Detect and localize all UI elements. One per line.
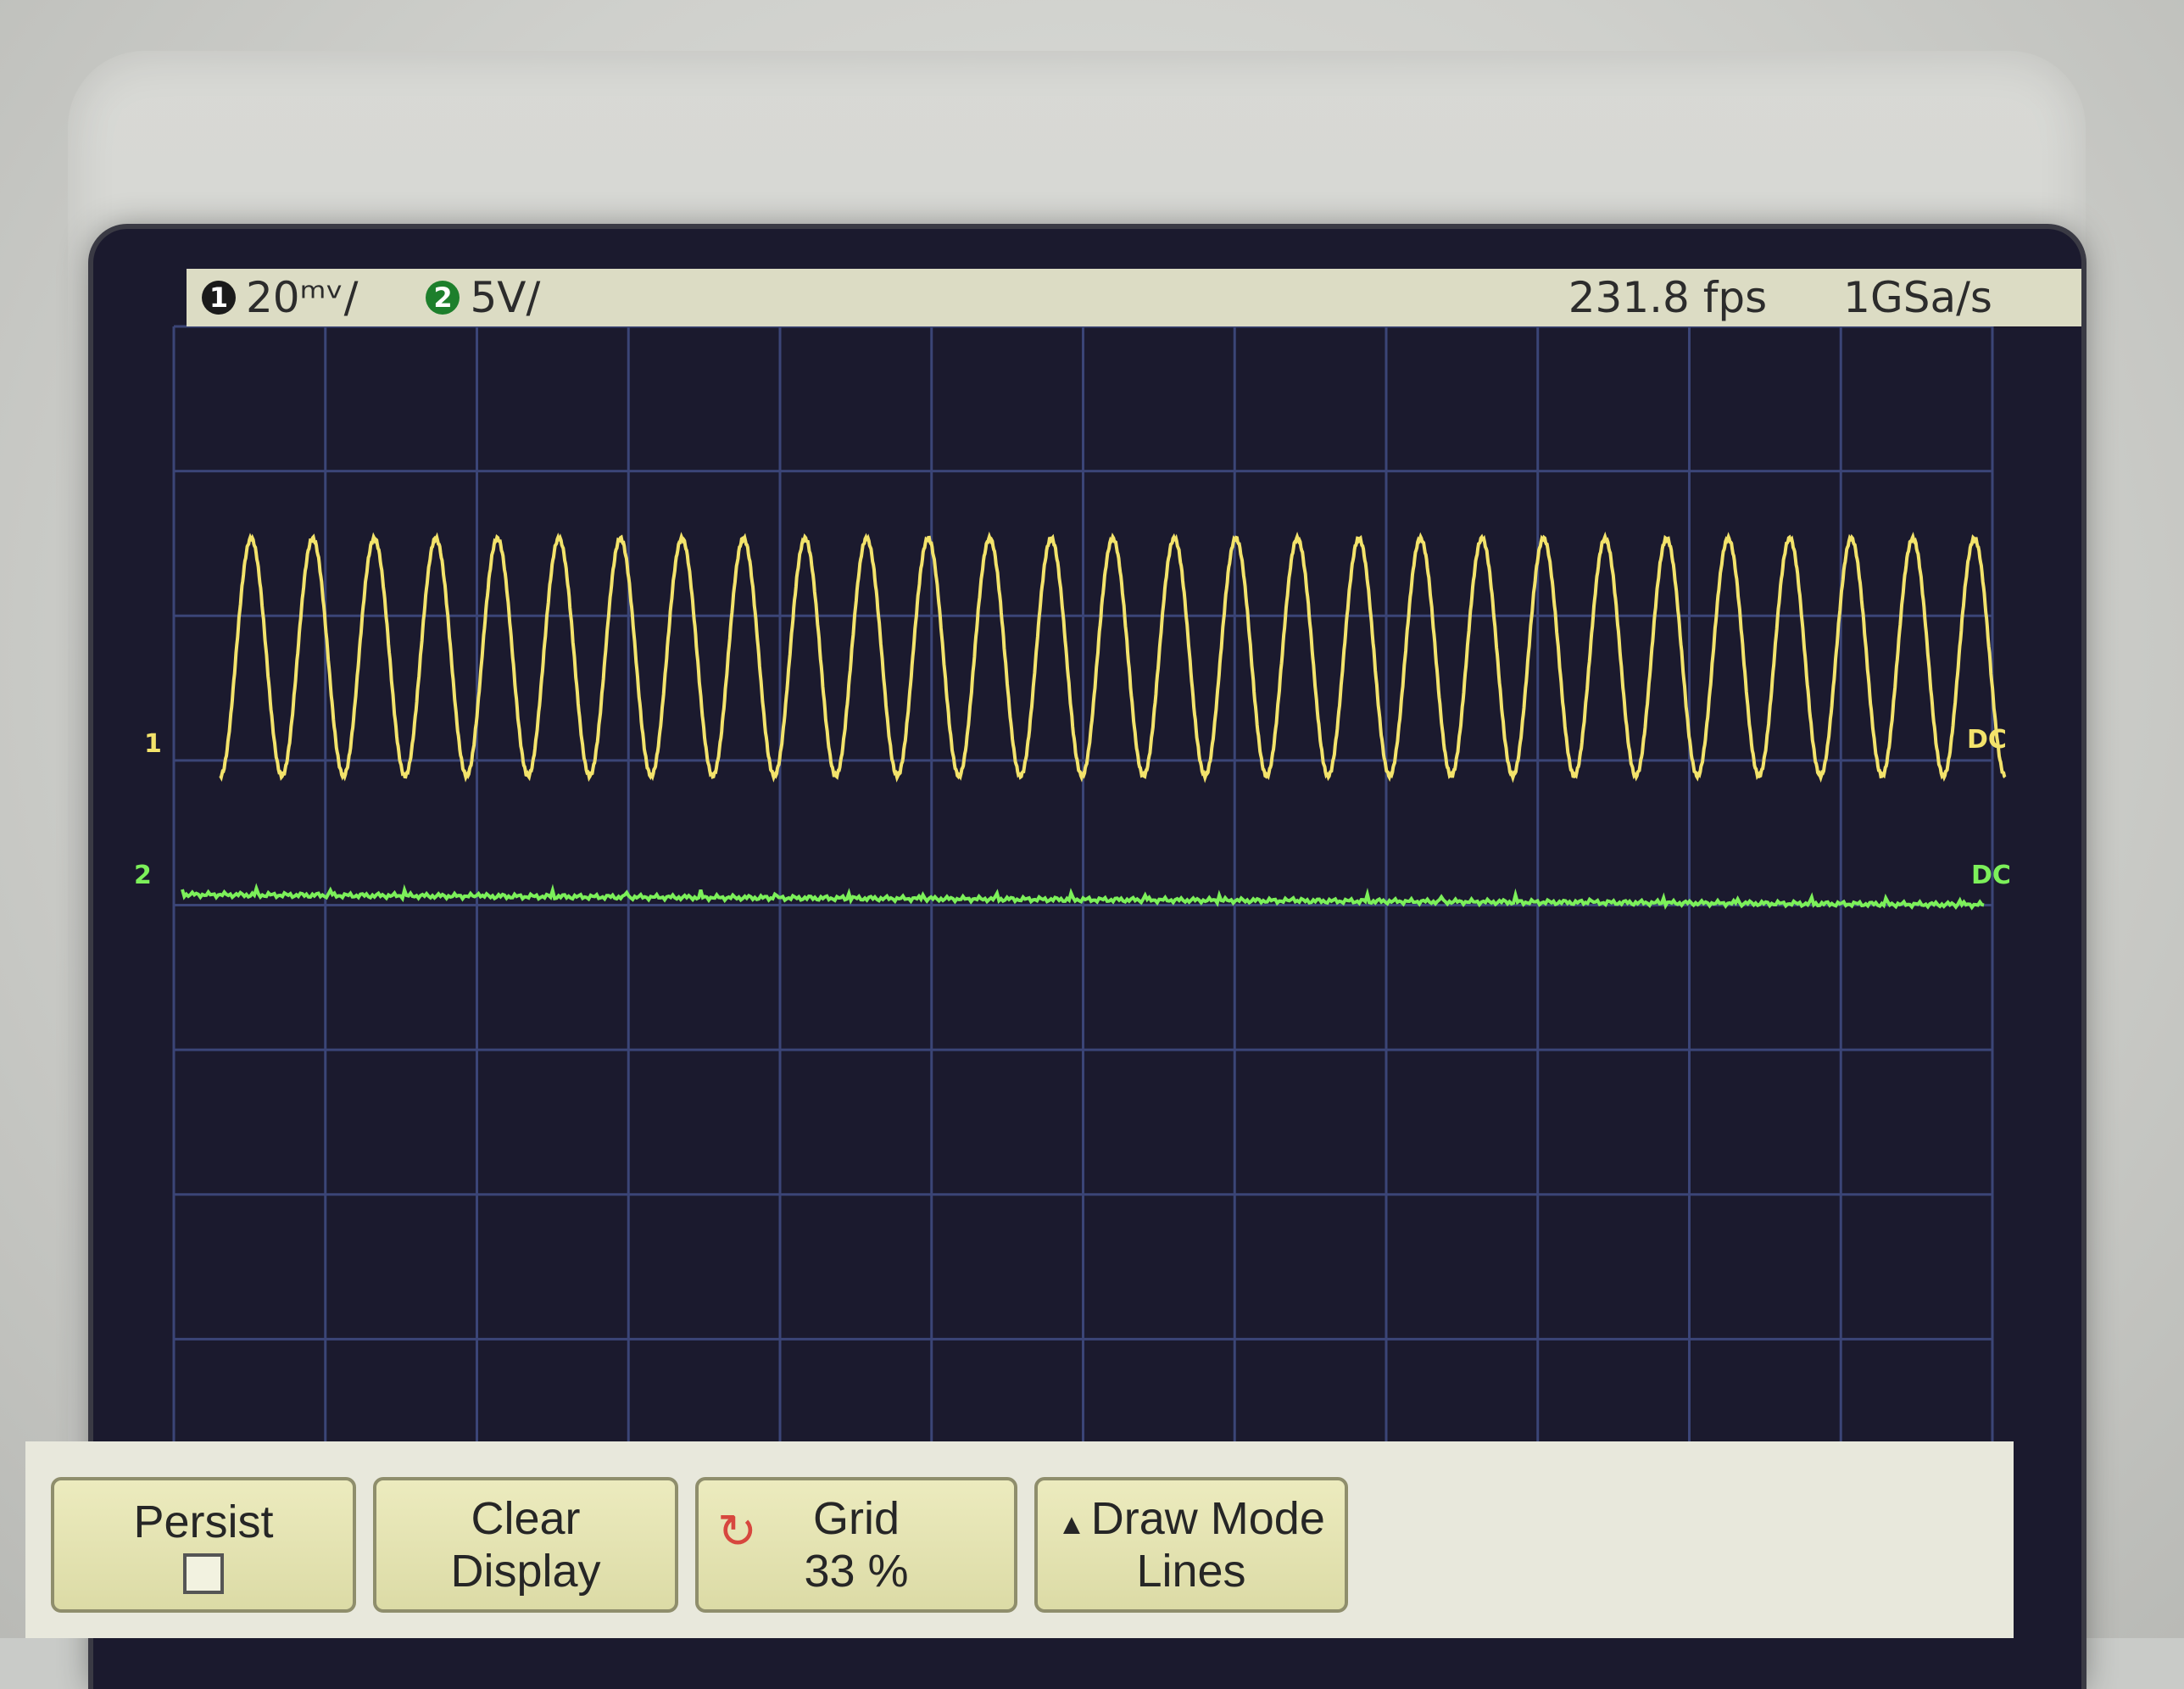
grid-softkey[interactable]: ↻ Grid 33 %: [695, 1477, 1017, 1613]
traces: [181, 531, 2007, 911]
draw-mode-value: Lines: [1136, 1546, 1246, 1597]
channel-1-badge[interactable]: 1: [202, 281, 236, 315]
channel-2-scale[interactable]: 5V/: [470, 273, 540, 322]
clear-label-line1: Clear: [471, 1492, 581, 1544]
status-bar: 1 20ᵐᵛ/ 2 5V/ 231.8 fps 1GSa/s: [187, 269, 2081, 326]
rotate-knob-icon: ↻: [717, 1504, 757, 1558]
channel-1-trace: [219, 531, 2007, 783]
persist-softkey[interactable]: Persist: [51, 1477, 356, 1613]
persist-checkbox[interactable]: [183, 1553, 224, 1595]
channel-2-coupling: DC: [1971, 861, 2011, 890]
persist-label: Persist: [133, 1496, 274, 1547]
grid-label-line1: Grid: [812, 1492, 900, 1544]
graticule: [172, 325, 1994, 1486]
draw-mode-label: Draw Mode: [1090, 1492, 1325, 1544]
draw-mode-label-line1: ▲ Draw Mode: [1057, 1492, 1325, 1545]
channel-2-badge[interactable]: 2: [426, 281, 460, 315]
channel-1-ground-marker[interactable]: 1: [144, 729, 162, 759]
channel-2-ground-marker[interactable]: 2: [134, 861, 152, 890]
oscilloscope-frame: 1 20ᵐᵛ/ 2 5V/ 231.8 fps 1GSa/s 1 DC 2 DC: [68, 51, 2086, 1689]
channel-1-coupling: DC: [1967, 725, 2007, 755]
clear-label-line2: Display: [450, 1546, 601, 1597]
softkey-bar: Persist Clear Display ↻ Grid 33 % ▲ Draw …: [25, 1441, 2014, 1638]
draw-mode-softkey[interactable]: ▲ Draw Mode Lines: [1034, 1477, 1348, 1613]
grid-intensity-value: 33 %: [804, 1546, 909, 1597]
sample-rate: 1GSa/s: [1843, 273, 1992, 322]
channel-1-scale[interactable]: 20ᵐᵛ/: [246, 273, 358, 322]
frame-rate: 231.8 fps: [1568, 273, 1768, 322]
arrow-up-icon: ▲: [1057, 1508, 1086, 1541]
clear-display-softkey[interactable]: Clear Display: [373, 1477, 678, 1613]
